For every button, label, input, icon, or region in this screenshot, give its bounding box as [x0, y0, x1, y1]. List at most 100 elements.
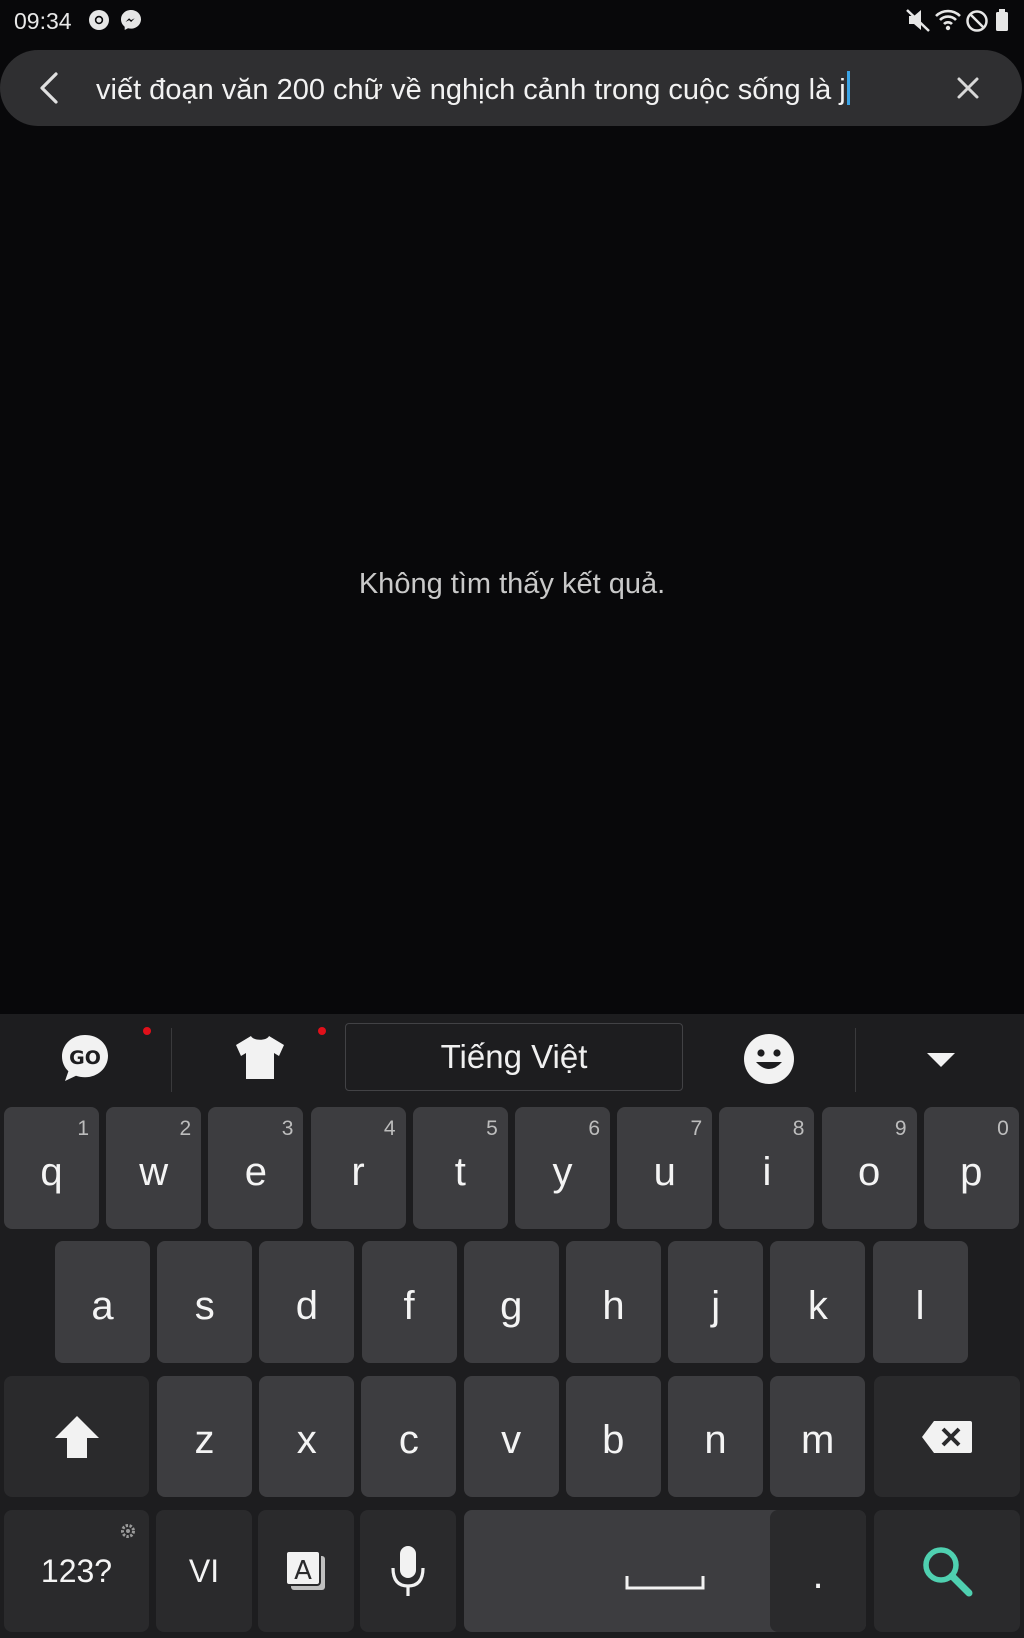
key-i[interactable]: 8i	[719, 1107, 815, 1229]
battery-icon	[996, 9, 1008, 31]
key-g[interactable]: g	[463, 1241, 559, 1363]
text-style-key[interactable]: A	[258, 1510, 354, 1632]
key-h-label: h	[602, 1283, 625, 1328]
key-b[interactable]: b	[565, 1376, 661, 1497]
key-h[interactable]: h	[566, 1241, 661, 1363]
key-g-label: g	[500, 1283, 523, 1328]
emoji-icon[interactable]	[742, 1032, 796, 1086]
key-n[interactable]: n	[668, 1376, 763, 1497]
key-p[interactable]: 0p	[923, 1107, 1019, 1229]
text-style-icon: A	[285, 1550, 325, 1590]
key-r[interactable]: 4r	[310, 1107, 406, 1229]
period-key[interactable]: .	[770, 1510, 866, 1632]
go-logo-icon[interactable]: GO	[58, 1031, 112, 1085]
back-arrow-icon[interactable]	[30, 66, 74, 110]
language-label: Tiếng Việt	[440, 1038, 588, 1075]
chrome-icon	[89, 10, 109, 30]
key-i-label: i	[762, 1149, 772, 1194]
microphone-key[interactable]	[360, 1510, 456, 1632]
search-icon	[923, 1547, 973, 1597]
notification-dot	[143, 1027, 151, 1035]
dnd-icon	[966, 10, 988, 32]
key-e[interactable]: 3e	[208, 1107, 304, 1229]
key-k-label: k	[807, 1283, 828, 1328]
status-time: 09:34	[14, 8, 72, 34]
key-o[interactable]: 9o	[821, 1107, 917, 1229]
key-w-number-hint: 2	[179, 1117, 192, 1140]
key-e-number-hint: 3	[281, 1117, 294, 1140]
space-bar-icon	[625, 1576, 705, 1590]
key-x[interactable]: x	[259, 1376, 355, 1497]
key-u-label: u	[653, 1149, 676, 1194]
key-z-label: z	[194, 1418, 215, 1462]
search-input[interactable]: viết đoạn văn 200 chữ về nghịch cảnh tro…	[96, 71, 850, 107]
key-y-number-hint: 6	[588, 1117, 600, 1140]
key-o-label: o	[857, 1149, 881, 1194]
key-q-number-hint: 1	[77, 1117, 89, 1140]
key-s[interactable]: s	[157, 1241, 253, 1363]
language-selector[interactable]: Tiếng Việt	[345, 1023, 683, 1091]
text-cursor	[846, 71, 850, 105]
key-e-label: e	[244, 1149, 268, 1194]
key-c[interactable]: c	[361, 1376, 457, 1497]
search-bar[interactable]: viết đoạn văn 200 chữ về nghịch cảnh tro…	[0, 50, 1022, 126]
key-t-number-hint: 5	[486, 1117, 498, 1140]
key-b-label: b	[602, 1418, 625, 1462]
backspace-key[interactable]	[874, 1376, 1020, 1497]
period-key-label: .	[812, 1552, 824, 1597]
key-f-label: f	[403, 1283, 415, 1328]
close-icon[interactable]	[948, 68, 988, 108]
key-t-label: t	[454, 1149, 466, 1194]
key-p-number-hint: 0	[997, 1117, 1009, 1140]
keyboard-toolbar: GO Tiếng Việt	[0, 1014, 1024, 1100]
key-t[interactable]: 5t	[412, 1107, 508, 1229]
status-bar: 09:34	[0, 0, 1024, 42]
key-j-label: j	[711, 1283, 721, 1328]
keyboard: GO Tiếng Việt 123? VI A . 1 q 2 w 3 e 4 …	[0, 1014, 1024, 1638]
key-w[interactable]: 2w	[106, 1107, 202, 1229]
key-r-number-hint: 4	[383, 1117, 396, 1140]
no-results-message: Không tìm thấy kết quả.	[358, 568, 666, 600]
language-key-label: VI	[188, 1552, 220, 1589]
wifi-icon	[935, 9, 961, 31]
key-q[interactable]: 1q	[4, 1107, 99, 1229]
key-u-number-hint: 7	[690, 1117, 703, 1140]
numbers-key[interactable]: 123?	[4, 1510, 149, 1632]
key-s-label: s	[194, 1283, 215, 1328]
key-y-label: y	[552, 1149, 573, 1194]
backspace-icon	[922, 1420, 972, 1453]
key-f[interactable]: f	[361, 1241, 457, 1363]
key-l[interactable]: l	[872, 1241, 968, 1363]
key-y[interactable]: 6y	[515, 1107, 610, 1229]
key-r-label: r	[351, 1149, 365, 1194]
mute-icon	[906, 9, 930, 32]
key-p-label: p	[960, 1149, 983, 1194]
key-d-label: d	[295, 1283, 319, 1328]
key-c-label: c	[398, 1418, 419, 1462]
key-x-label: x	[296, 1418, 317, 1462]
key-z[interactable]: z	[157, 1376, 252, 1497]
microphone-icon	[391, 1546, 425, 1596]
theme-shirt-icon[interactable]	[232, 1032, 288, 1082]
settings-gear-icon	[121, 1524, 135, 1538]
key-m-label: m	[801, 1418, 835, 1462]
notification-dot	[318, 1027, 326, 1035]
svg-text:GO: GO	[69, 1047, 101, 1069]
language-key[interactable]: VI	[156, 1510, 252, 1632]
key-l-label: l	[915, 1283, 925, 1328]
collapse-icon[interactable]	[924, 1050, 958, 1070]
key-w-label: w	[139, 1149, 169, 1194]
key-k[interactable]: k	[770, 1241, 866, 1363]
key-a[interactable]: a	[55, 1241, 150, 1363]
key-v[interactable]: v	[463, 1376, 559, 1497]
key-m[interactable]: m	[770, 1376, 866, 1497]
key-u[interactable]: 7u	[617, 1107, 713, 1229]
key-d[interactable]: d	[259, 1241, 355, 1363]
messenger-icon	[121, 10, 141, 30]
key-a-label: a	[91, 1283, 114, 1328]
search-key[interactable]	[874, 1510, 1020, 1632]
shift-icon	[54, 1415, 99, 1458]
shift-key[interactable]	[4, 1376, 149, 1497]
key-j[interactable]: j	[668, 1241, 764, 1363]
svg-text:A: A	[294, 1556, 312, 1586]
